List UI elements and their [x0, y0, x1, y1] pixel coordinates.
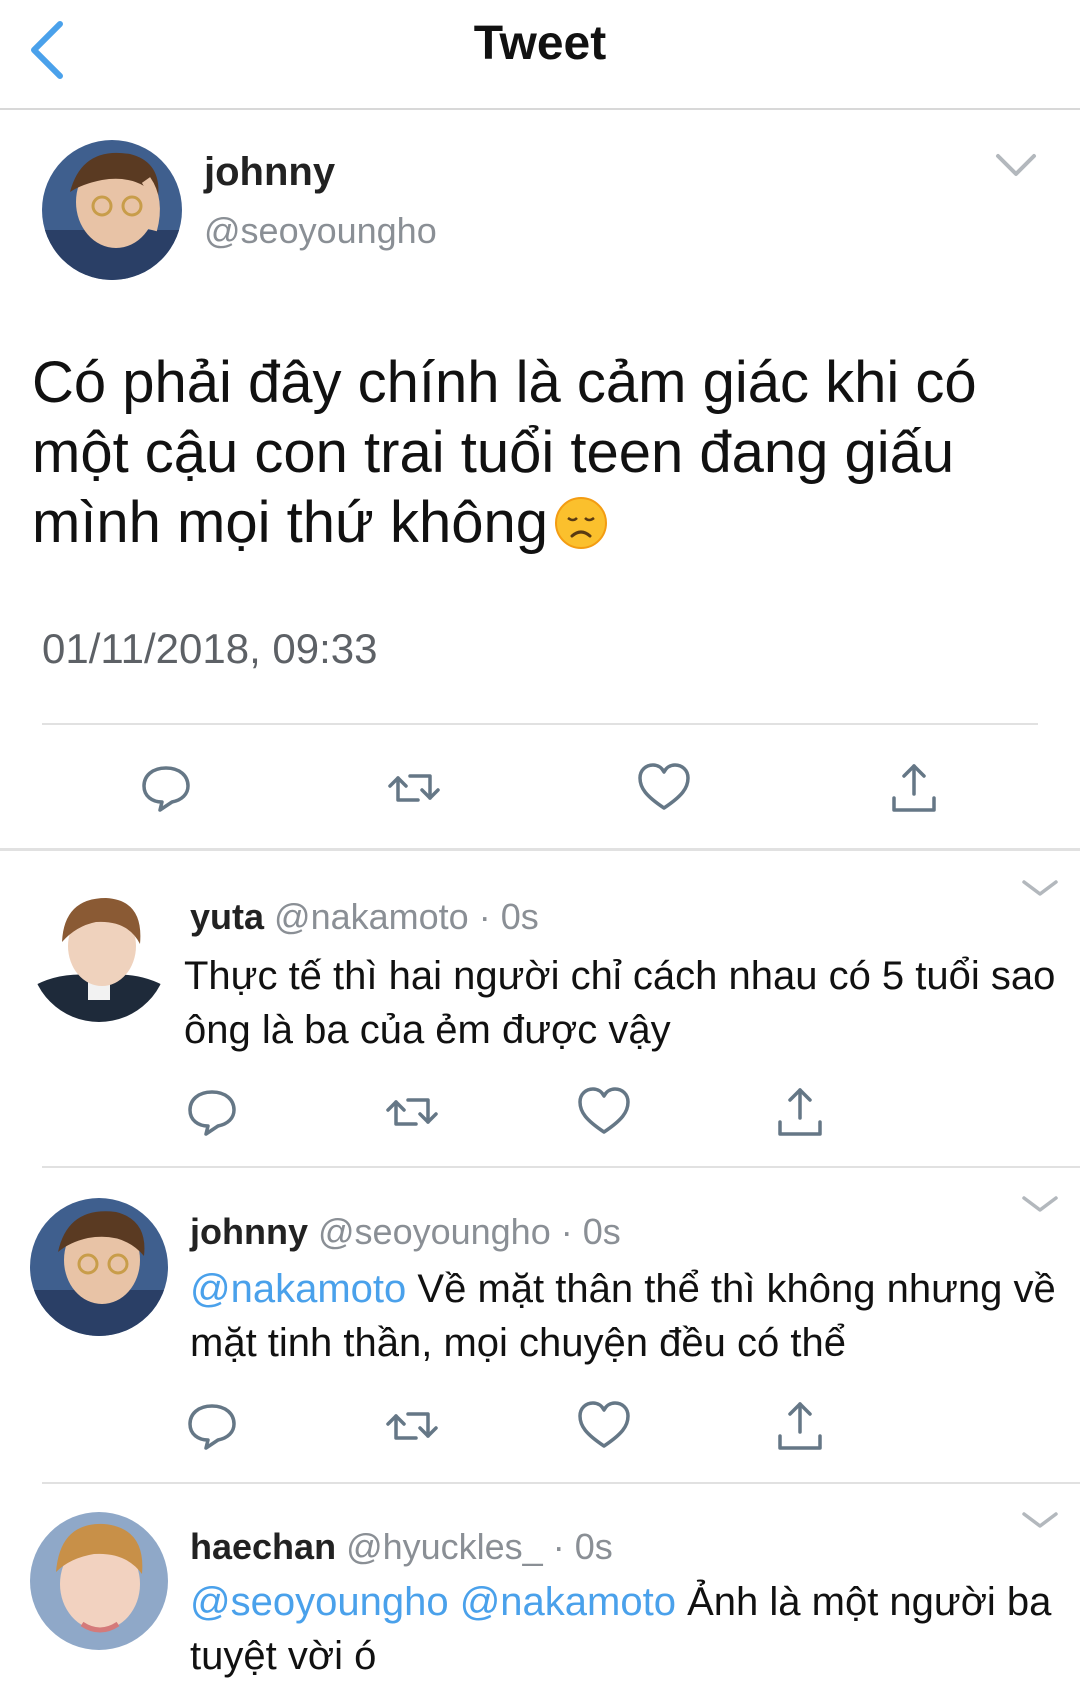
like-icon[interactable] [576, 1398, 632, 1454]
reply-time: · 0s [552, 1526, 613, 1567]
nav-bar: Tweet [0, 0, 1080, 110]
reply-text: @nakamoto Về mặt thân thể thì không nhưn… [190, 1262, 1080, 1370]
divider [42, 723, 1038, 725]
chevron-down-icon[interactable] [1020, 876, 1060, 900]
tweet-text: Có phải đây chính là cảm giác khi có một… [32, 348, 1052, 558]
reply-header: haechan @hyuckles_ · 0s [190, 1526, 613, 1568]
reply-time: · 0s [478, 896, 539, 937]
reply-header: johnny @seoyoungho · 0s [190, 1211, 621, 1253]
retweet-icon[interactable] [384, 1084, 440, 1140]
disappointed-face-icon [554, 496, 608, 550]
share-icon[interactable] [886, 760, 942, 816]
reply-icon[interactable] [184, 1084, 240, 1140]
chevron-down-icon[interactable] [1020, 1508, 1060, 1532]
retweet-icon[interactable] [386, 760, 442, 816]
avatar[interactable] [42, 140, 182, 280]
avatar[interactable] [30, 1512, 168, 1650]
tweet-body: Có phải đây chính là cảm giác khi có một… [32, 350, 977, 555]
reply-author-handle[interactable]: @hyuckles_ [346, 1526, 543, 1567]
reply-header: yuta @nakamoto · 0s [190, 896, 539, 938]
chevron-down-icon[interactable] [1020, 1192, 1060, 1216]
share-icon[interactable] [772, 1398, 828, 1454]
divider [0, 848, 1080, 851]
reply-icon[interactable] [138, 760, 194, 816]
chevron-down-icon[interactable] [994, 150, 1038, 180]
reply-author-name[interactable]: yuta [190, 896, 264, 937]
retweet-icon[interactable] [384, 1398, 440, 1454]
avatar[interactable] [30, 884, 168, 1022]
reply-text: Thực tế thì hai người chỉ cách nhau có 5… [184, 954, 1056, 1052]
author-handle[interactable]: @seoyoungho [204, 210, 437, 252]
reply-author-name[interactable]: johnny [190, 1211, 308, 1252]
reply-text: @seoyoungho @nakamoto Ảnh là một người b… [190, 1575, 1080, 1683]
tweet-timestamp: 01/11/2018, 09:33 [42, 625, 378, 672]
reply-author-name[interactable]: haechan [190, 1526, 336, 1567]
like-icon[interactable] [636, 760, 692, 816]
reply-time: · 0s [560, 1211, 621, 1252]
reply-icon[interactable] [184, 1398, 240, 1454]
divider [42, 1166, 1080, 1168]
reply-author-handle[interactable]: @nakamoto [274, 896, 469, 937]
reply-author-handle[interactable]: @seoyoungho [318, 1211, 551, 1252]
like-icon[interactable] [576, 1084, 632, 1140]
mention-link[interactable]: @seoyoungho @nakamoto [190, 1580, 676, 1624]
author-name[interactable]: johnny [204, 150, 335, 195]
divider [42, 1482, 1080, 1484]
share-icon[interactable] [772, 1084, 828, 1140]
page-title: Tweet [473, 17, 607, 70]
mention-link[interactable]: @nakamoto [190, 1267, 406, 1311]
avatar[interactable] [30, 1198, 168, 1336]
